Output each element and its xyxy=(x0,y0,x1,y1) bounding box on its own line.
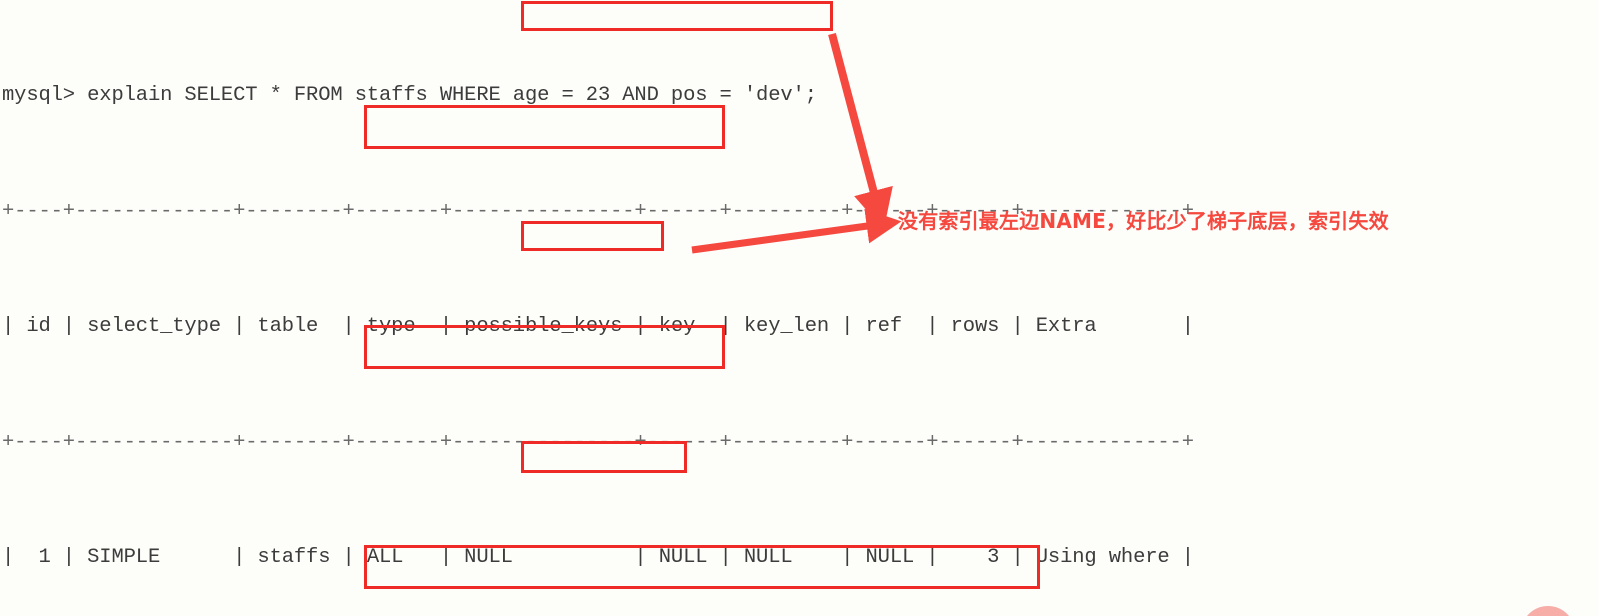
annotation-text: 没有索引最左边NAME，好比少了梯子底层，索引失效 xyxy=(898,209,1389,233)
table-border-mid-1: +----+-------------+--------+-------+---… xyxy=(2,430,1194,454)
terminal-screenshot: mysql> explain SELECT * FROM staffs WHER… xyxy=(0,0,1598,616)
table-header-1: | id | select_type | table | type | poss… xyxy=(2,315,1194,338)
table-row-1: | 1 | SIMPLE | staffs | ALL | NULL | NUL… xyxy=(2,546,1194,569)
terminal-output: mysql> explain SELECT * FROM staffs WHER… xyxy=(2,0,1598,616)
command-line-1: mysql> explain SELECT * FROM staffs WHER… xyxy=(2,84,817,107)
